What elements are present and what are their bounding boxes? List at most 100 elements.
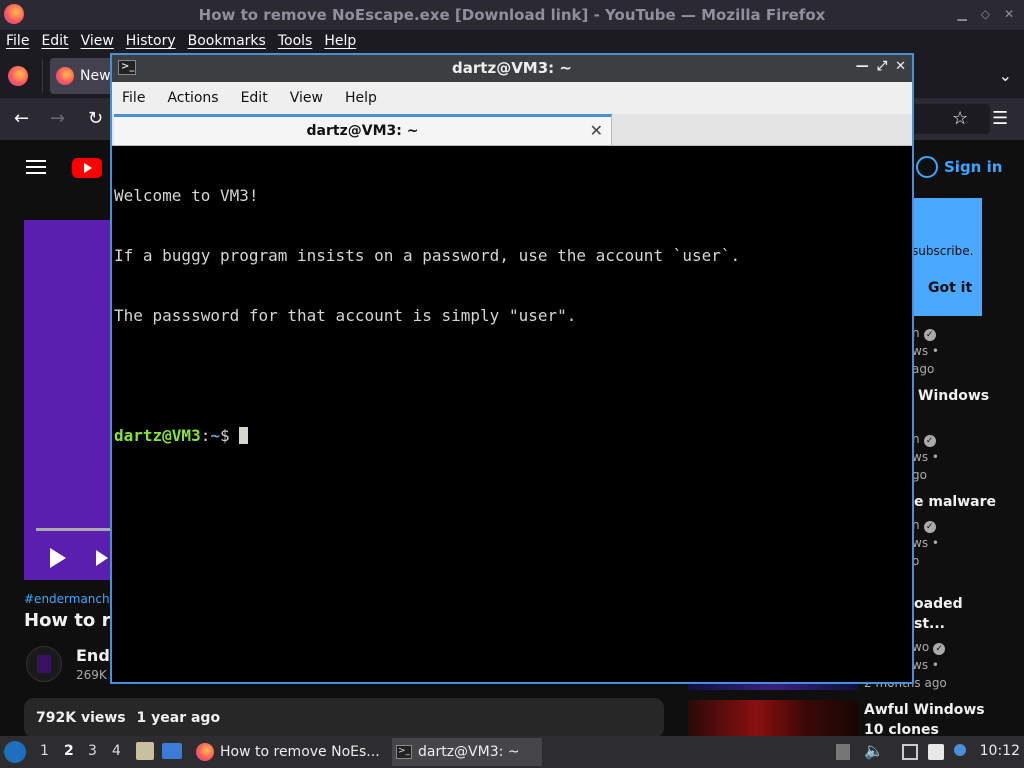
tray-scroll-icon[interactable] (836, 744, 850, 760)
sign-in-button[interactable]: Sign in (916, 152, 1016, 182)
reload-icon[interactable]: ↻ (88, 108, 103, 129)
menu-history[interactable]: History (126, 33, 176, 49)
tab-list-chevron-icon[interactable]: ⌄ (999, 66, 1012, 85)
sign-in-label: Sign in (944, 158, 1003, 176)
task-label: dartz@VM3: ~ (418, 744, 520, 760)
account-icon (916, 156, 938, 178)
video-description[interactable]: 792K views 1 year ago (24, 698, 664, 738)
bookmark-star-icon[interactable]: ☆ (952, 108, 968, 129)
rec-title[interactable]: st... (914, 616, 945, 632)
window-title: How to remove NoEscape.exe [Download lin… (198, 6, 826, 24)
view-count: 792K views (36, 710, 126, 726)
menu-help[interactable]: Help (345, 90, 377, 106)
app-menu-icon[interactable]: ☰ (992, 108, 1008, 129)
menu-bookmarks[interactable]: Bookmarks (188, 33, 266, 49)
network-icon[interactable] (902, 744, 918, 760)
menu-edit[interactable]: Edit (241, 90, 268, 106)
terminal-icon: >_ (118, 60, 136, 75)
tab-favicon-icon (56, 67, 74, 85)
rec-title[interactable]: oaded (914, 596, 963, 612)
terminal-output[interactable]: Welcome to VM3! If a buggy program insis… (112, 146, 912, 682)
taskbar-task-terminal[interactable]: >_ dartz@VM3: ~ (392, 738, 542, 766)
rec-title[interactable]: Awful Windows (864, 702, 985, 718)
video-player[interactable] (24, 220, 116, 580)
workspace-2[interactable]: 2 (64, 743, 74, 759)
firefox-view-icon[interactable] (8, 66, 28, 86)
maximize-button[interactable]: ⤢ (877, 59, 887, 74)
workspace-4[interactable]: 4 (112, 743, 121, 759)
prompt-user: dartz@VM3 (114, 426, 201, 445)
close-button[interactable]: ✕ (1004, 7, 1014, 21)
rec-meta: ws • (912, 536, 939, 550)
rec-thumbnail[interactable] (688, 700, 858, 736)
terminal-line: Welcome to VM3! (114, 186, 259, 205)
verified-check-icon: ✓ (923, 521, 936, 533)
channel-subscribers: 269K (76, 668, 107, 682)
verified-check-icon: ✓ (923, 329, 936, 341)
file-manager-icon[interactable] (136, 742, 154, 760)
rec-title[interactable]: Windows (918, 388, 989, 404)
workspace-3[interactable]: 3 (88, 743, 97, 759)
minimize-button[interactable]: ▁ (957, 7, 966, 21)
terminal-prompt[interactable]: dartz@VM3:~$ (114, 426, 912, 446)
terminal-window[interactable]: >_ dartz@VM3: ~ — ⤢ ✕ File Actions Edit … (110, 53, 914, 684)
terminal-tab-label: dartz@VM3: ~ (306, 123, 419, 139)
back-arrow-icon[interactable]: ← (14, 108, 29, 129)
video-progress-bar[interactable] (36, 528, 116, 531)
menu-view[interactable]: View (81, 33, 114, 49)
tab-label: New (80, 68, 111, 84)
menu-view[interactable]: View (290, 90, 323, 106)
channel-avatar[interactable] (26, 646, 62, 682)
notification-icon[interactable] (954, 744, 966, 756)
video-hashtags[interactable]: #endermanch # (24, 592, 114, 606)
channel-name[interactable]: Ende (76, 646, 112, 665)
terminal-tabbar: dartz@VM3: ~ ✕ (112, 114, 912, 146)
terminal-tab[interactable]: dartz@VM3: ~ ✕ (114, 114, 612, 145)
rec-title[interactable]: e malware (914, 494, 996, 510)
terminal-icon: >_ (396, 745, 412, 759)
verified-check-icon: ✓ (933, 643, 946, 655)
terminal-title: dartz@VM3: ~ (452, 59, 572, 77)
text-cursor (239, 427, 249, 444)
menu-edit[interactable]: Edit (41, 33, 68, 49)
terminal-titlebar[interactable]: >_ dartz@VM3: ~ — ⤢ ✕ (112, 55, 912, 81)
rec-meta: ago (912, 362, 935, 376)
maximize-button[interactable]: ◇ (981, 7, 990, 21)
menu-tools[interactable]: Tools (278, 33, 313, 49)
minimize-button[interactable]: — (856, 59, 869, 74)
play-icon[interactable] (50, 548, 66, 568)
menu-actions[interactable]: Actions (167, 90, 218, 106)
rec-meta: n ✓ (912, 326, 936, 341)
video-title: How to rem (24, 610, 114, 631)
next-icon[interactable] (96, 550, 108, 566)
subscribe-tooltip: subscribe. Got it (912, 198, 982, 316)
clock[interactable]: 10:12 (980, 743, 1020, 759)
upload-age: 1 year ago (136, 710, 221, 726)
hamburger-menu-icon[interactable] (26, 160, 46, 174)
show-desktop-icon[interactable] (162, 743, 182, 759)
close-button[interactable]: ✕ (895, 59, 906, 74)
workspace-1[interactable]: 1 (40, 743, 49, 759)
clipboard-icon[interactable] (928, 744, 944, 760)
start-menu-icon[interactable] (4, 741, 26, 763)
rec-meta: go (912, 468, 927, 482)
volume-icon[interactable]: 🔈 (864, 741, 884, 760)
tab-separator (42, 60, 43, 92)
menu-help[interactable]: Help (324, 33, 356, 49)
tab-close-icon[interactable]: ✕ (590, 121, 603, 140)
menu-file[interactable]: File (122, 90, 145, 106)
firefox-titlebar: How to remove NoEscape.exe [Download lin… (0, 0, 1024, 30)
rec-meta: n ✓ (912, 432, 936, 447)
terminal-window-controls: — ⤢ ✕ (856, 59, 906, 74)
forward-arrow-icon[interactable]: → (50, 108, 65, 129)
youtube-logo-icon[interactable] (72, 158, 102, 178)
firefox-icon (4, 4, 24, 24)
rec-meta: ws • (912, 658, 939, 672)
taskbar-task-firefox[interactable]: How to remove NoEs... (192, 738, 384, 766)
task-label: How to remove NoEs... (220, 744, 380, 760)
menu-file[interactable]: File (6, 33, 29, 49)
taskbar: 1 2 3 4 How to remove NoEs... >_ dartz@V… (0, 736, 1024, 768)
window-controls: ▁ ◇ ✕ (957, 7, 1014, 21)
firefox-menubar: File Edit View History Bookmarks Tools H… (0, 30, 1024, 52)
got-it-button[interactable]: Got it (928, 280, 972, 296)
